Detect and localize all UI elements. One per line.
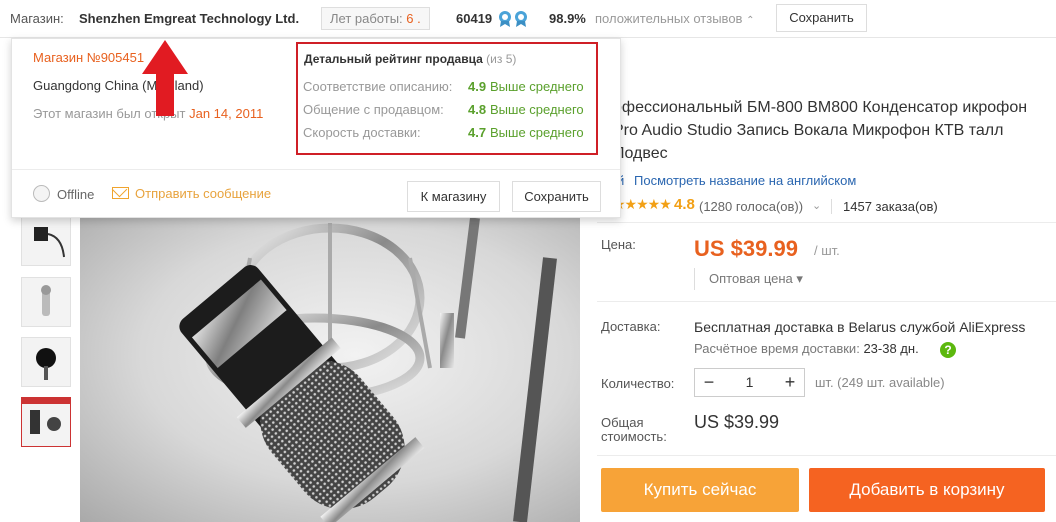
product-thumbnail[interactable] xyxy=(21,337,71,387)
years-value: 6 . xyxy=(406,11,421,26)
quantity-input[interactable]: 1 xyxy=(723,369,776,396)
rating-row: Соответствие описанию: 4.9 Выше среднего xyxy=(303,79,591,94)
shipping-label: Доставка: xyxy=(601,319,661,334)
rating-row-value: 4.9 xyxy=(468,79,487,94)
shipping-method[interactable]: Бесплатная доставка в Belarus службой Al… xyxy=(694,319,1025,335)
chevron-up-icon: ⌃ xyxy=(746,15,755,26)
rating-scale: (из 5) xyxy=(486,52,517,66)
quantity-stepper: − 1 + xyxy=(694,368,805,397)
store-opened-date: Jan 14, 2011 xyxy=(189,106,264,121)
microphone-image xyxy=(179,218,557,522)
annotation-arrow-icon xyxy=(142,40,188,116)
quantity-increase-button[interactable]: + xyxy=(776,369,804,396)
add-to-cart-button[interactable]: Добавить в корзину xyxy=(809,468,1045,512)
rating-row-comparison: Выше среднего xyxy=(490,79,584,94)
rating-row: Скорость доставки: 4.7 Выше среднего xyxy=(303,125,591,140)
years-label: Лет работы: xyxy=(330,11,403,26)
star-rating-icon: ★★★★★ xyxy=(613,196,672,212)
price-unit: / шт. xyxy=(814,243,840,258)
price-label: Цена: xyxy=(601,237,636,252)
positive-feedback-percent: 98.9% xyxy=(549,11,586,26)
save-store-button[interactable]: Сохранить xyxy=(776,4,867,32)
product-thumbnail[interactable] xyxy=(21,216,71,266)
seller-score: 60419 xyxy=(456,11,493,26)
rating-row-value: 4.7 xyxy=(468,125,487,140)
store-header-bar: Магазин: Shenzhen Emgreat Technology Ltd… xyxy=(0,0,1056,38)
divider xyxy=(597,455,1056,456)
view-english-title-link[interactable]: Посмотреть название на английском xyxy=(634,173,856,188)
rating-row-value: 4.8 xyxy=(468,102,487,117)
rating-row-label: Соответствие описанию: xyxy=(303,79,453,94)
divider xyxy=(12,169,620,170)
medal-icon xyxy=(499,11,527,27)
quantity-decrease-button[interactable]: − xyxy=(695,369,723,396)
go-to-store-button[interactable]: К магазину xyxy=(407,181,500,212)
save-store-popup-button[interactable]: Сохранить xyxy=(512,181,601,212)
rating-title-text: Детальный рейтинг продавца xyxy=(304,52,483,66)
product-thumbnail[interactable] xyxy=(21,277,71,327)
divider xyxy=(597,301,1056,302)
rating-value: 4.8 xyxy=(674,196,695,213)
total-label-line1: Общая xyxy=(601,415,644,430)
votes-count[interactable]: (1280 голоса(ов)) xyxy=(699,199,803,214)
price-value: US $39.99 xyxy=(694,236,798,261)
product-title: офессиональный БМ-800 BM800 Конденсатор … xyxy=(613,99,1028,162)
store-name-link[interactable]: Shenzhen Emgreat Technology Ltd. xyxy=(79,11,299,26)
total-value: US $39.99 xyxy=(694,412,780,432)
total-label: Общая стоимость: xyxy=(601,416,667,444)
rating-row-comparison: Выше среднего xyxy=(490,102,584,117)
positive-feedback-label: положительных отзывов xyxy=(595,11,743,26)
help-icon[interactable]: ? xyxy=(940,342,956,358)
store-number-link[interactable]: Магазин №905451 xyxy=(33,50,144,65)
delivery-time-label: Расчётное время доставки: xyxy=(694,341,860,356)
product-main-image[interactable] xyxy=(80,218,580,522)
quantity-label: Количество: xyxy=(601,376,675,391)
buy-now-button[interactable]: Купить сейчас xyxy=(601,468,799,512)
delivery-time: Расчётное время доставки: 23-38 дн. xyxy=(694,341,919,356)
store-info-popup: Магазин №905451 Guangdong China (Mainlan… xyxy=(11,38,621,218)
rating-row: Общение с продавцом: 4.8 Выше среднего xyxy=(303,102,591,117)
envelope-icon xyxy=(112,187,129,199)
product-thumbnail[interactable] xyxy=(21,397,71,447)
store-label: Магазин: xyxy=(10,11,64,26)
wholesale-price-dropdown[interactable]: Оптовая цена ▾ xyxy=(694,268,803,290)
quantity-availability: шт. (249 шт. available) xyxy=(815,375,945,390)
rating-row-label: Скорость доставки: xyxy=(303,125,421,140)
chevron-down-icon[interactable]: ⌄ xyxy=(812,199,821,212)
delivery-time-value: 23-38 дн. xyxy=(863,341,919,356)
rating-row-comparison: Выше среднего xyxy=(490,125,584,140)
seller-rating-box: Детальный рейтинг продавца (из 5) Соотве… xyxy=(296,42,598,155)
seller-rating-title: Детальный рейтинг продавца (из 5) xyxy=(304,52,516,66)
offline-status-icon xyxy=(33,185,50,202)
send-message-link[interactable]: Отправить сообщение xyxy=(135,186,271,201)
divider xyxy=(597,222,1056,223)
orders-count: 1457 заказа(ов) xyxy=(831,199,938,214)
online-status: Offline xyxy=(57,187,95,202)
rating-row-label: Общение с продавцом: xyxy=(303,102,444,117)
years-badge: Лет работы: 6 . xyxy=(321,7,430,30)
total-label-line2: стоимость: xyxy=(601,429,667,444)
positive-feedback-dropdown[interactable]: положительных отзывов ⌃ xyxy=(595,11,754,26)
